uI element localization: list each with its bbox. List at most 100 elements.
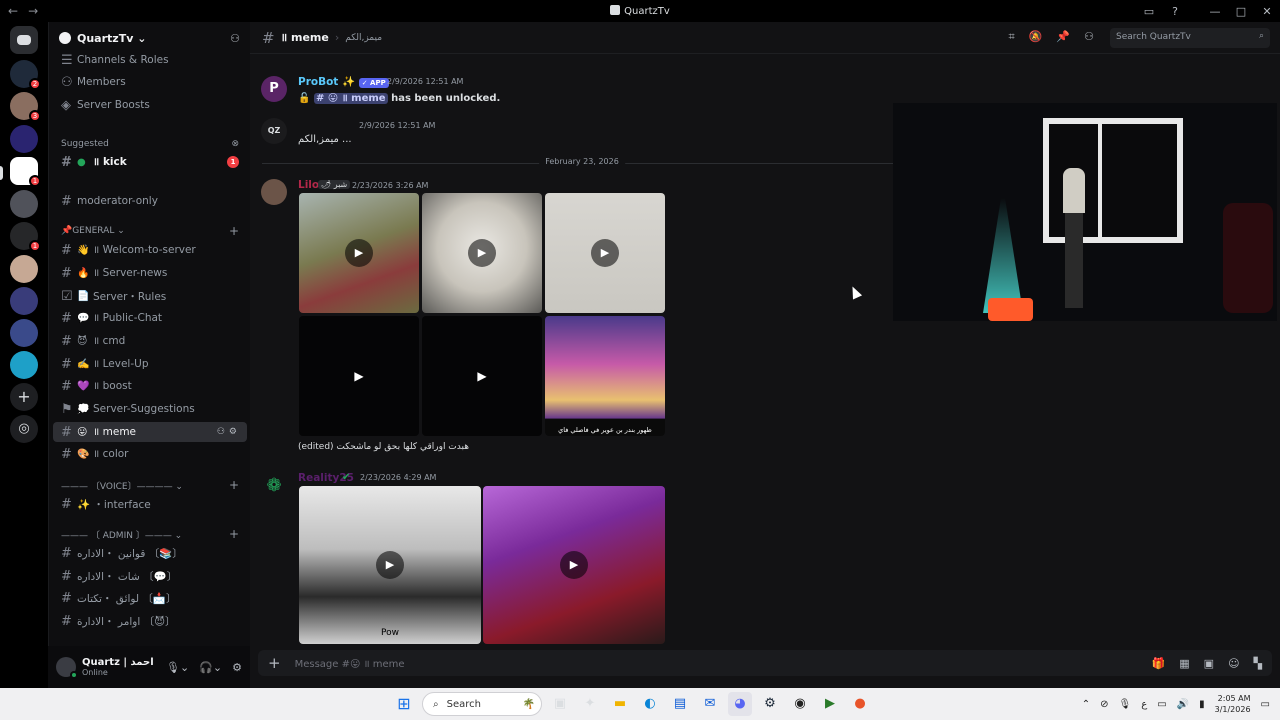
image-attachment[interactable]: ظهور بندر بن عوير في فاصلي فاي xyxy=(545,316,665,436)
sticker-icon[interactable]: ▣ xyxy=(1204,657,1214,670)
channel-meme[interactable]: # 😛 ॥ meme ⚇⚙ xyxy=(53,422,247,442)
avatar[interactable] xyxy=(56,657,78,679)
maximize-icon[interactable]: □ xyxy=(1228,5,1254,18)
avatar[interactable]: P xyxy=(261,76,287,102)
copilot-icon[interactable]: ✦ xyxy=(578,692,602,716)
network-icon[interactable]: ⊘ xyxy=(1100,699,1108,710)
category-voice[interactable]: ——— 〔VOICE〕———— ⌄ + xyxy=(53,477,247,493)
microphone-icon[interactable]: 🎙⌄ xyxy=(166,661,189,674)
video-attachment[interactable]: ▶ xyxy=(422,193,542,313)
video-attachment[interactable]: ▶ Pow xyxy=(299,486,481,644)
discover-icon[interactable]: ◎ xyxy=(10,415,38,443)
channel-welcome[interactable]: # 👋 ॥ Welcom-to-server xyxy=(53,240,247,260)
mic-icon[interactable]: 🎙 xyxy=(1119,699,1132,710)
channel-rules[interactable]: ☑ 📄 Server・Rules xyxy=(53,286,247,306)
dismiss-icon[interactable]: ⊗ xyxy=(231,139,239,149)
add-server-icon[interactable]: + xyxy=(10,383,38,411)
video-attachment[interactable]: ▶ xyxy=(422,316,542,436)
minimize-icon[interactable]: — xyxy=(1202,5,1228,18)
discord-taskbar-icon[interactable]: ◕ xyxy=(728,692,752,716)
channel-admin-rules[interactable]: # قوانين ・الاداره 〔📚〕 xyxy=(53,543,247,563)
taskbar-search[interactable]: ⌕ Search 🌴 xyxy=(422,692,542,716)
server-icon[interactable] xyxy=(10,351,38,379)
message-author[interactable]: Lilo xyxy=(298,179,319,191)
language-indicator[interactable]: ع xyxy=(1141,699,1147,710)
headphones-icon[interactable]: 🎧⌄ xyxy=(199,661,222,674)
close-icon[interactable]: ✕ xyxy=(1254,5,1280,18)
edge-icon[interactable]: ◐ xyxy=(638,692,662,716)
gif-icon[interactable]: ▦ xyxy=(1179,657,1189,670)
firefox-icon[interactable]: ● xyxy=(848,692,872,716)
channel-server-news[interactable]: # 🔥 ॥ Server-news xyxy=(53,263,247,283)
member-list-icon[interactable]: ⚇ xyxy=(1084,30,1094,44)
quartztv-server-icon[interactable]: 1 xyxy=(10,157,41,187)
server-icon[interactable]: 2 xyxy=(10,60,41,90)
video-attachment[interactable]: ▶ xyxy=(299,193,419,313)
server-icon[interactable] xyxy=(10,255,38,283)
channel-admin-commands[interactable]: # اوامر ・الادارة 〔😈〕 xyxy=(53,611,247,631)
server-icon[interactable]: 1 xyxy=(10,222,41,252)
volume-icon[interactable]: 🔊 xyxy=(1177,699,1189,710)
server-boosts-link[interactable]: ◈ Server Boosts xyxy=(53,95,247,115)
message-input[interactable]: Message #😛 ॥ meme xyxy=(295,656,405,670)
channels-roles-link[interactable]: ☰ Channels & Roles xyxy=(53,50,247,70)
channel-moderator-only[interactable]: # moderator-only xyxy=(53,191,247,211)
apps-icon[interactable]: ▚ xyxy=(1254,657,1262,670)
mute-bell-icon[interactable]: 🔕 xyxy=(1029,30,1043,44)
clock[interactable]: 2:05 AM 3/1/2026 xyxy=(1215,693,1251,715)
channel-interface[interactable]: # ✨ ・interface xyxy=(53,494,247,514)
channel-mention[interactable]: # 😛 ॥ meme xyxy=(313,93,388,104)
pin-icon[interactable]: 📌 xyxy=(1056,30,1070,44)
channel-admin-chat[interactable]: # شات ・الاداره 〔💬〕 xyxy=(53,566,247,586)
monitor-icon[interactable]: ▭ xyxy=(1157,699,1166,710)
channel-admin-tickets[interactable]: # لوائق ・تكتات 〔📩〕 xyxy=(53,588,247,608)
server-icon[interactable] xyxy=(10,319,38,347)
channel-public-chat[interactable]: # 💬 ॥ Public-Chat xyxy=(53,308,247,328)
video-attachment[interactable]: ▶ xyxy=(483,486,665,644)
settings-gear-icon[interactable]: ⚙ xyxy=(232,661,242,674)
channel-boost[interactable]: # 💜 ॥ boost xyxy=(53,376,247,396)
server-icon[interactable] xyxy=(10,287,38,315)
server-icon[interactable] xyxy=(10,125,38,153)
help-icon[interactable]: ? xyxy=(1162,5,1188,18)
avatar[interactable]: QZ xyxy=(261,118,287,144)
store-icon[interactable]: ▤ xyxy=(668,692,692,716)
inbox-icon[interactable]: ▭ xyxy=(1136,5,1162,18)
notification-icon[interactable]: ▭ xyxy=(1261,699,1270,710)
members-link[interactable]: ⚇ Members xyxy=(53,72,247,92)
channel-level-up[interactable]: # ✍️ ॥ Level-Up xyxy=(53,354,247,374)
avatar[interactable]: ❁ xyxy=(261,473,287,499)
channel-color[interactable]: # 🎨 ॥ color xyxy=(53,444,247,464)
start-windows-icon[interactable]: ⊞ xyxy=(392,692,416,716)
discord-home-icon[interactable] xyxy=(10,26,38,54)
category-admin[interactable]: ——— 〔 ADMIN 〕——— ⌄ + xyxy=(53,526,247,542)
back-arrow-icon[interactable]: ← xyxy=(8,4,18,18)
gift-icon[interactable]: 🎁 xyxy=(1152,657,1166,670)
outlook-icon[interactable]: ✉ xyxy=(698,692,722,716)
emoji-icon[interactable]: ☺ xyxy=(1228,657,1239,670)
app-icon[interactable]: ◉ xyxy=(788,692,812,716)
battery-icon[interactable]: ▮ xyxy=(1199,699,1205,710)
steam-icon[interactable]: ⚙ xyxy=(758,692,782,716)
chevron-up-icon[interactable]: ⌃ xyxy=(1082,699,1090,710)
video-attachment[interactable]: ▶ xyxy=(545,193,665,313)
invite-people-icon[interactable]: ⚇ xyxy=(230,32,240,45)
task-view-icon[interactable]: ▣ xyxy=(548,692,572,716)
forward-arrow-icon[interactable]: → xyxy=(28,4,38,18)
avatar[interactable] xyxy=(261,179,287,205)
channel-suggestions[interactable]: ⚑ 💭 Server-Suggestions xyxy=(53,399,247,419)
picture-in-picture-video[interactable] xyxy=(893,103,1277,321)
channel-kick[interactable]: # ● ॥ kick 1 xyxy=(53,152,247,172)
add-attachment-icon[interactable]: + xyxy=(268,654,281,672)
channel-cmd[interactable]: # 😈 ॥ cmd xyxy=(53,331,247,351)
file-explorer-icon[interactable]: ▬ xyxy=(608,692,632,716)
terminal-icon[interactable]: ▶ xyxy=(818,692,842,716)
channel-settings-icon[interactable]: ⚇⚙ xyxy=(217,427,241,437)
server-icon[interactable]: 3 xyxy=(10,92,41,122)
threads-icon[interactable]: ⌗ xyxy=(1009,30,1015,44)
video-attachment[interactable]: ▶ xyxy=(299,316,419,436)
server-icon[interactable] xyxy=(10,190,38,218)
message-composer[interactable]: + Message #😛 ॥ meme 🎁 ▦ ▣ ☺ ▚ xyxy=(258,650,1272,676)
search-input[interactable]: Search QuartzTv ⌕ xyxy=(1110,28,1270,48)
message-author[interactable]: ProBot ✨ ✓ APP xyxy=(298,75,389,88)
